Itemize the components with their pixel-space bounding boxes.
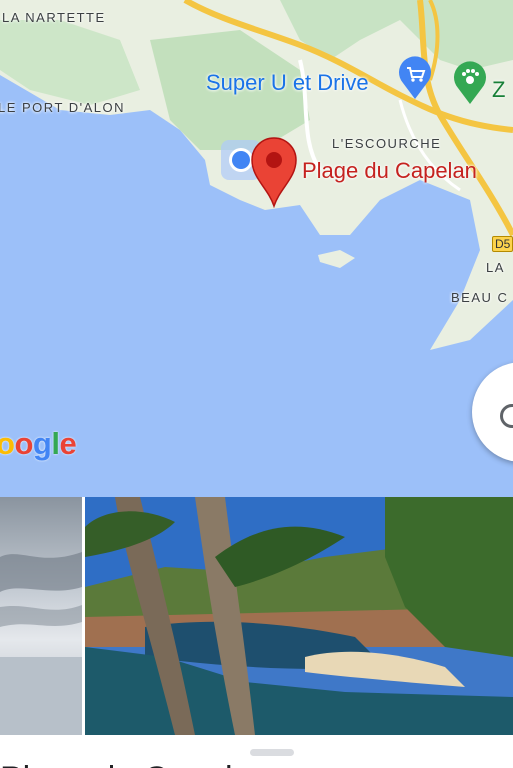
photo-sea-clouds[interactable] [0, 497, 82, 735]
island [318, 250, 355, 268]
paw-icon[interactable] [452, 60, 488, 104]
google-logo: oogle [0, 426, 77, 461]
crosshair-icon [500, 404, 513, 428]
photo-cove-pines[interactable] [85, 497, 513, 735]
poi-label-super-u[interactable]: Super U et Drive [206, 70, 369, 96]
place-title: Plage du Capelan [0, 760, 270, 768]
selected-place-label[interactable]: Plage du Capelan [302, 158, 477, 184]
map-label-la: LA [486, 260, 505, 275]
map-label-beau: BEAU C [451, 290, 509, 305]
map-pin-icon[interactable] [250, 136, 298, 208]
sheet-drag-handle[interactable] [250, 749, 294, 756]
map-label-l-escourche: L'ESCOURCHE [332, 136, 442, 151]
poi-label-zoo[interactable]: Z [492, 77, 505, 103]
place-bottom-sheet[interactable]: Plage du Capelan [0, 735, 513, 768]
photo-strip[interactable] [0, 497, 513, 735]
map-label-le-port-d-alon: LE PORT D'ALON [0, 100, 126, 115]
shopping-cart-icon[interactable] [397, 55, 433, 99]
map-view[interactable]: LA NARTETTE LE PORT D'ALON L'ESCOURCHE L… [0, 0, 513, 497]
map-label-la-nartette: LA NARTETTE [2, 10, 106, 25]
road-label-d5: D5 [492, 236, 513, 252]
